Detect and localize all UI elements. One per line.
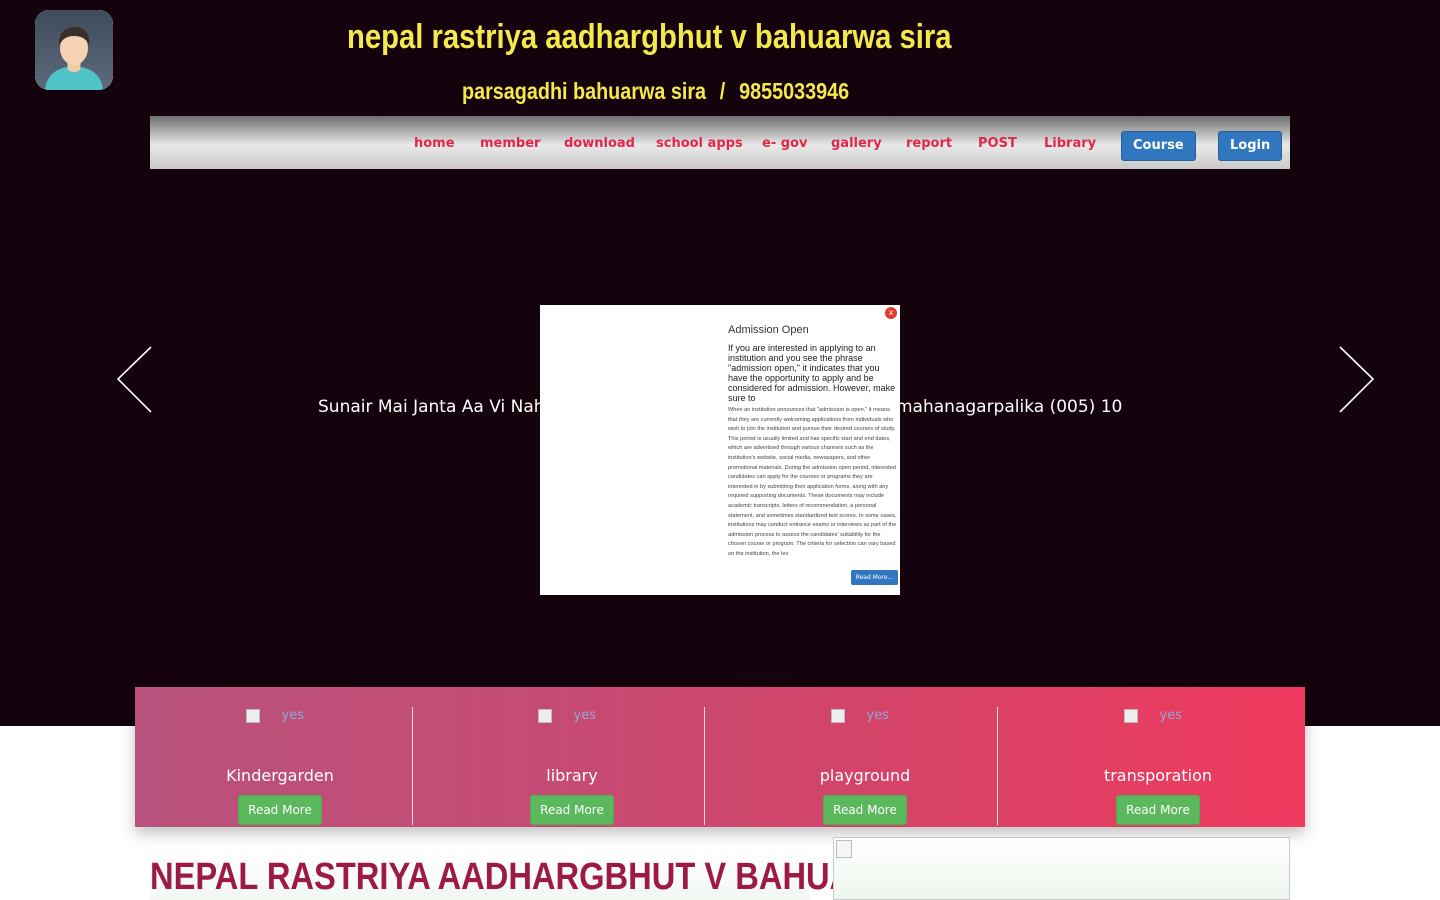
nav-school-apps[interactable]: school apps bbox=[656, 136, 743, 151]
broken-image-icon bbox=[538, 709, 552, 723]
site-subtitle: parsagadhi bahuarwa sira / 9855033946 bbox=[462, 78, 849, 105]
nav-gallery[interactable]: gallery bbox=[831, 136, 882, 151]
feature-divider bbox=[412, 707, 413, 825]
broken-image-icon bbox=[836, 840, 852, 858]
feature-label: Kindergarden bbox=[226, 766, 334, 785]
course-button[interactable]: Course bbox=[1121, 131, 1196, 161]
subtitle-separator: / bbox=[719, 78, 726, 104]
phone-number: 9855033946 bbox=[739, 78, 850, 104]
slider-prev-arrow-icon[interactable] bbox=[115, 345, 155, 415]
playground-read-more-button[interactable]: Read More bbox=[823, 795, 907, 825]
feature-label: playground bbox=[819, 766, 911, 785]
image-alt-text: yes bbox=[866, 708, 889, 723]
popup-body-text: When an institution announces that "admi… bbox=[728, 407, 897, 557]
popup-lead-text: If you are interested in applying to an … bbox=[728, 343, 896, 403]
side-image bbox=[833, 837, 1290, 900]
feature-label: library bbox=[546, 766, 598, 785]
user-avatar-logo[interactable] bbox=[35, 10, 113, 90]
nav-report[interactable]: report bbox=[906, 136, 952, 151]
image-alt-text: yes bbox=[1159, 708, 1182, 723]
feature-label: transporation bbox=[1103, 766, 1213, 785]
login-button[interactable]: Login bbox=[1218, 131, 1283, 161]
nav-member[interactable]: member bbox=[480, 136, 540, 151]
nav-download[interactable]: download bbox=[564, 136, 635, 151]
slider-text-right: mahanagarpalika (005) 10 bbox=[896, 397, 1123, 417]
broken-image-icon bbox=[831, 709, 845, 723]
popup-read-more-button[interactable]: Read More... bbox=[851, 570, 898, 585]
nav-home[interactable]: home bbox=[414, 136, 455, 151]
nav-library[interactable]: Library bbox=[1044, 136, 1096, 151]
features-band: yes Kindergarden Read More yes library R… bbox=[135, 687, 1305, 827]
site-title: nepal rastriya aadhargbhut v bahuarwa si… bbox=[347, 18, 952, 56]
slider-text-left: Sunair Mai Janta Aa Vi Nah bbox=[318, 397, 545, 417]
kindergarden-read-more-button[interactable]: Read More bbox=[238, 795, 322, 825]
address-text: parsagadhi bahuarwa sira bbox=[462, 78, 707, 104]
main-navbar: home member download school apps e- gov … bbox=[150, 116, 1290, 169]
feature-divider bbox=[997, 707, 998, 825]
kindergarden-image: yes bbox=[246, 708, 304, 723]
feature-divider bbox=[704, 707, 705, 825]
broken-image-icon bbox=[1124, 709, 1138, 723]
library-image: yes bbox=[538, 708, 596, 723]
slider-next-arrow-icon[interactable] bbox=[1336, 345, 1376, 415]
nav-e-gov[interactable]: e- gov bbox=[762, 136, 807, 151]
transporation-read-more-button[interactable]: Read More bbox=[1116, 795, 1200, 825]
school-name-heading: NEPAL RASTRIYA AADHARGBHUT V BAHUARWA bbox=[150, 856, 929, 898]
popup-title: Admission Open bbox=[728, 324, 809, 336]
playground-image: yes bbox=[831, 708, 889, 723]
library-read-more-button[interactable]: Read More bbox=[530, 795, 614, 825]
nav-post[interactable]: POST bbox=[978, 136, 1017, 151]
transporation-image: yes bbox=[1124, 708, 1182, 723]
broken-image-icon bbox=[246, 709, 260, 723]
image-alt-text: yes bbox=[281, 708, 304, 723]
school-name-heading-box: NEPAL RASTRIYA AADHARGBHUT V BAHUARWA bbox=[150, 852, 929, 900]
image-alt-text: yes bbox=[573, 708, 596, 723]
popup-close-icon[interactable]: x bbox=[885, 307, 897, 319]
